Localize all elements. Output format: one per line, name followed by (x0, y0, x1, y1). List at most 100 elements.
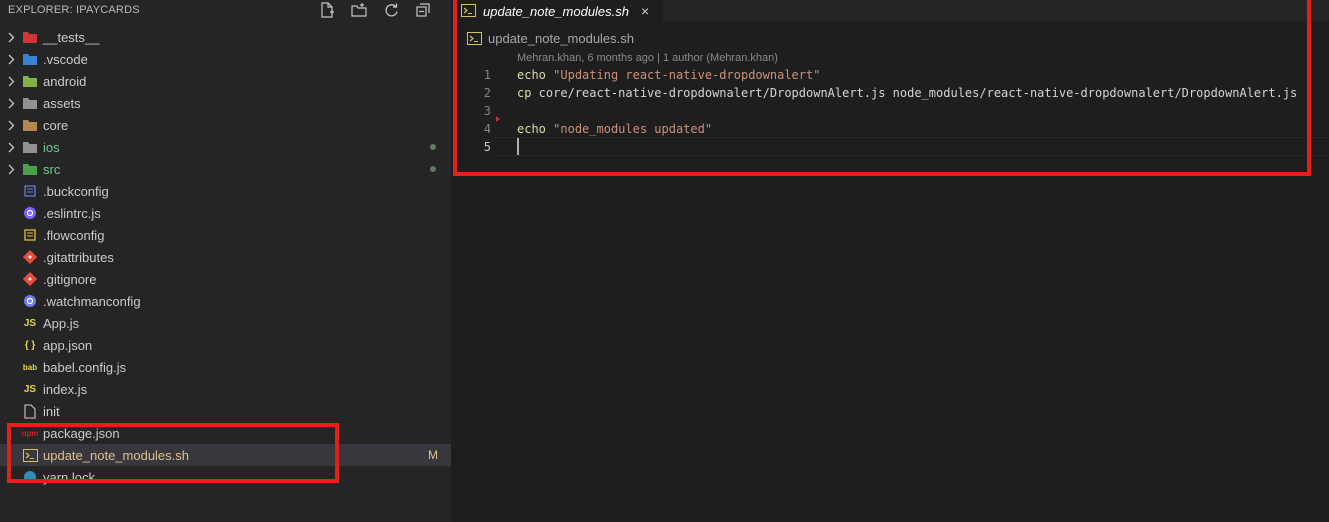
tree-item-label: App.js (43, 315, 80, 331)
tree-item[interactable]: update_note_modules.sh M (0, 444, 451, 466)
tree-item-label: init (43, 403, 60, 419)
ios-folder-icon (22, 139, 38, 155)
tree-item-label: assets (43, 95, 81, 111)
tree-item[interactable]: assets (0, 92, 451, 114)
tree-item[interactable]: android (0, 70, 451, 92)
line-number: 4 (483, 122, 491, 136)
js-icon: JS (23, 383, 37, 395)
tree-item-label: babel.config.js (43, 359, 127, 375)
git-modified-badge: M (428, 448, 438, 462)
tree-item[interactable]: .gitattributes (0, 246, 451, 268)
tree-item[interactable]: core (0, 114, 451, 136)
explorer-actions (318, 0, 432, 20)
chevron-right-icon[interactable] (6, 92, 16, 114)
line-number: 1 (483, 68, 491, 82)
shell-icon (22, 447, 38, 463)
explorer-sidebar: EXPLORER: IPAYCARDS __tests__ .vscode andr… (0, 0, 451, 522)
chevron-right-icon[interactable] (6, 136, 16, 158)
tree-item[interactable]: .gitignore (0, 268, 451, 290)
tree-item-label: .vscode (43, 51, 88, 67)
babel-icon: bab (22, 362, 38, 372)
code-line[interactable]: 5 (451, 138, 1329, 156)
new-folder-icon[interactable] (350, 1, 368, 19)
explorer-title: EXPLORER: IPAYCARDS (8, 4, 140, 16)
code-line[interactable]: 1 echo "Updating react-native-dropdownale… (451, 66, 1329, 84)
tree-item-label: core (43, 117, 69, 133)
git-status-dot (430, 144, 436, 150)
tree-item-label: app.json (43, 337, 93, 353)
tree-item[interactable]: yarn.lock (0, 466, 451, 488)
code-text: echo "node_modules updated" (517, 122, 712, 136)
tree-item[interactable]: .flowconfig (0, 224, 451, 246)
chevron-right-icon[interactable] (6, 114, 16, 136)
git-blame-annotation[interactable]: Mehran.khan, 6 months ago | 1 author (Me… (517, 52, 778, 64)
editor-area: update_note_modules.sh × update_note_mod… (451, 0, 1329, 522)
watchman-icon (22, 293, 38, 309)
chevron-right-icon[interactable] (6, 70, 16, 92)
code-text: cp core/react-native-dropdownalert/Dropd… (517, 86, 1297, 100)
tree-item-label: yarn.lock (43, 469, 96, 485)
chevron-right-icon[interactable] (6, 26, 16, 48)
tree-item[interactable]: .watchmanconfig (0, 290, 451, 312)
tree-item[interactable]: .eslintrc.js (0, 202, 451, 224)
android-folder-icon (22, 73, 38, 89)
breadcrumb-file: update_note_modules.sh (488, 30, 635, 46)
code-args: core/react-native-dropdownalert/Dropdown… (531, 86, 1298, 100)
code-text: echo "Updating react-native-dropdownaler… (517, 68, 820, 82)
tree-item-label: index.js (43, 381, 88, 397)
js-icon: JS (23, 317, 37, 329)
code-line[interactable]: 3 (451, 102, 1329, 120)
tree-item-label: .flowconfig (43, 227, 105, 243)
tree-item[interactable]: __tests__ (0, 26, 451, 48)
collapse-all-icon[interactable] (414, 1, 432, 19)
refresh-icon[interactable] (382, 1, 400, 19)
tree-item[interactable]: npm package.json (0, 422, 451, 444)
tab-strip: update_note_modules.sh × (451, 0, 1329, 22)
tree-item-label: android (43, 73, 87, 89)
tree-item-label: __tests__ (43, 29, 100, 45)
tree-item[interactable]: JS App.js (0, 312, 451, 334)
tree-item[interactable]: { } app.json (0, 334, 451, 356)
tree-item[interactable]: ios (0, 136, 451, 158)
tab-update-note-modules[interactable]: update_note_modules.sh × (451, 0, 663, 22)
tree-item-label: update_note_modules.sh (43, 447, 190, 463)
git-icon (22, 249, 38, 265)
tree-item-label: .buckconfig (43, 183, 109, 199)
code-string: "Updating react-native-dropdownalert" (553, 68, 821, 82)
code-line[interactable]: 4 echo "node_modules updated" (451, 120, 1329, 138)
assets-folder-icon (22, 95, 38, 111)
code-command: echo (517, 122, 546, 136)
shell-icon (461, 3, 476, 21)
line-number: 5 (483, 140, 491, 154)
new-file-icon[interactable] (318, 1, 336, 19)
tree-item[interactable]: bab babel.config.js (0, 356, 451, 378)
code-command: echo (517, 68, 546, 82)
eslint-icon (22, 205, 38, 221)
code-string: "node_modules updated" (553, 122, 713, 136)
line-number: 3 (483, 104, 491, 118)
vscode-folder-icon (22, 51, 38, 67)
breadcrumb[interactable]: update_note_modules.sh (467, 29, 634, 47)
text-cursor (517, 138, 519, 155)
tests-folder-icon (22, 29, 38, 45)
tree-item[interactable]: JS index.js (0, 378, 451, 400)
tree-item[interactable]: src (0, 158, 451, 180)
tab-label: update_note_modules.sh (483, 3, 630, 19)
tree-item[interactable]: .vscode (0, 48, 451, 70)
line-number: 2 (483, 86, 491, 100)
npm-icon: npm (21, 428, 39, 438)
chevron-right-icon[interactable] (6, 158, 16, 180)
code-line[interactable]: 2 cp core/react-native-dropdownalert/Drop… (451, 84, 1329, 102)
tree-item-label: .gitattributes (43, 249, 114, 265)
code-command: cp (517, 86, 532, 100)
buck-icon (22, 183, 38, 199)
tree-item-label: .watchmanconfig (43, 293, 141, 309)
chevron-right-icon[interactable] (6, 48, 16, 70)
flow-icon (22, 227, 38, 243)
tree-item[interactable]: .buckconfig (0, 180, 451, 202)
yarn-icon (22, 469, 38, 485)
tree-item-label: .eslintrc.js (43, 205, 101, 221)
git-status-dot (430, 166, 436, 172)
close-icon[interactable]: × (641, 3, 649, 19)
tree-item[interactable]: init (0, 400, 451, 422)
